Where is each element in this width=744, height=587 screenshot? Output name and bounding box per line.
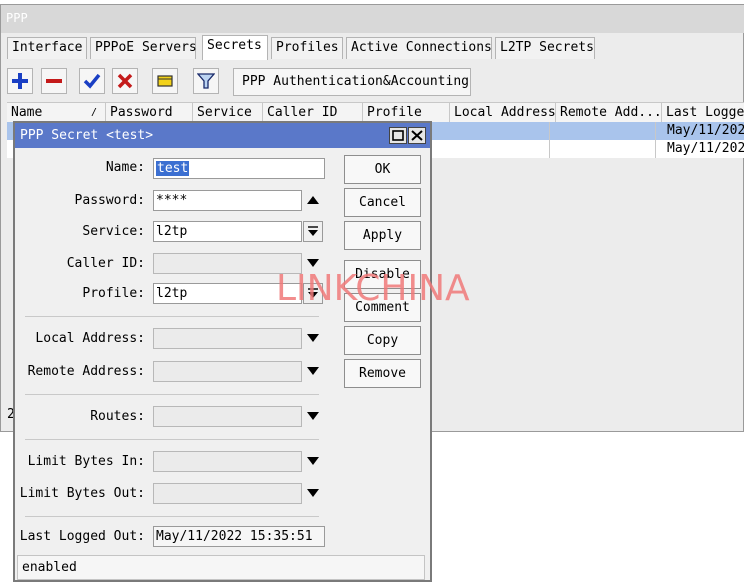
dropdown-arrow-icon[interactable] bbox=[306, 331, 320, 345]
routes-field[interactable] bbox=[153, 406, 302, 427]
ppp-secret-dialog: PPP Secret <test> Name: test Password: *… bbox=[13, 121, 432, 582]
tab-profiles[interactable]: Profiles bbox=[271, 37, 343, 59]
filter-button[interactable] bbox=[193, 68, 219, 94]
service-dropdown-button[interactable] bbox=[303, 221, 323, 242]
service-select[interactable]: l2tp bbox=[153, 221, 302, 242]
chevron-down-icon bbox=[308, 226, 318, 236]
profile-label: Profile: bbox=[82, 286, 145, 301]
remote-address-field[interactable] bbox=[153, 361, 302, 382]
separator bbox=[25, 516, 319, 517]
column-divider bbox=[549, 122, 550, 158]
column-header-name[interactable]: Name / bbox=[7, 103, 105, 123]
ok-button[interactable]: OK bbox=[344, 155, 421, 184]
remote-address-label: Remote Address: bbox=[27, 364, 145, 379]
separator bbox=[25, 394, 319, 395]
name-field-value: test bbox=[156, 161, 190, 176]
column-header-service[interactable]: Service bbox=[192, 103, 262, 123]
column-header-local-address[interactable]: Local Address bbox=[449, 103, 555, 123]
table-cell-last-logged: May/11/202 bbox=[667, 123, 744, 138]
dropdown-arrow-icon[interactable] bbox=[306, 486, 320, 500]
dropdown-arrow-icon[interactable] bbox=[306, 454, 320, 468]
column-header-password[interactable]: Password bbox=[105, 103, 192, 123]
local-address-field[interactable] bbox=[153, 328, 302, 349]
tab-interface[interactable]: Interface bbox=[7, 37, 87, 59]
sort-marker: / bbox=[91, 107, 98, 118]
dialog-titlebar[interactable]: PPP Secret <test> bbox=[15, 123, 430, 148]
last-logged-out-value: May/11/2022 15:35:51 bbox=[153, 526, 325, 547]
tab-secrets[interactable]: Secrets bbox=[202, 35, 268, 60]
watermark: LINKCHINA bbox=[276, 268, 470, 309]
separator bbox=[25, 439, 319, 440]
remove-icon bbox=[46, 79, 62, 83]
table-cell-last-logged: May/11/202 bbox=[667, 141, 744, 156]
local-address-label: Local Address: bbox=[35, 331, 145, 346]
add-button[interactable] bbox=[7, 68, 33, 94]
column-header-remote-address[interactable]: Remote Add... bbox=[555, 103, 661, 123]
column-divider bbox=[655, 122, 656, 158]
caller-id-label: Caller ID: bbox=[66, 256, 145, 271]
limit-bytes-in-field[interactable] bbox=[153, 451, 302, 472]
tab-active-connections[interactable]: Active Connections bbox=[346, 37, 492, 59]
maximize-button[interactable] bbox=[389, 127, 407, 144]
maximize-icon bbox=[392, 130, 404, 141]
disable-x-icon bbox=[117, 73, 133, 89]
apply-button[interactable]: Apply bbox=[344, 221, 421, 250]
password-field[interactable]: **** bbox=[153, 190, 302, 211]
cancel-button[interactable]: Cancel bbox=[344, 188, 421, 217]
dropdown-arrow-icon[interactable] bbox=[306, 409, 320, 423]
routes-label: Routes: bbox=[90, 409, 145, 424]
password-label: Password: bbox=[74, 193, 145, 208]
ppp-window-titlebar[interactable]: PPP bbox=[1, 5, 744, 33]
copy-button[interactable]: Copy bbox=[344, 326, 421, 355]
remove-button[interactable]: Remove bbox=[344, 359, 421, 388]
separator bbox=[25, 316, 319, 317]
table-header: Name / Password Service Caller ID Profil… bbox=[7, 102, 744, 123]
close-icon bbox=[411, 130, 423, 141]
comment-button[interactable] bbox=[152, 68, 178, 94]
tab-pppoe-servers[interactable]: PPPoE Servers bbox=[90, 37, 197, 59]
disable-button[interactable] bbox=[112, 68, 138, 94]
dropdown-arrow-icon[interactable] bbox=[306, 364, 320, 378]
enable-check-icon bbox=[83, 73, 101, 89]
dialog-title: PPP Secret <test> bbox=[20, 128, 154, 143]
ppp-authentication-accounting-button[interactable]: PPP Authentication&Accounting bbox=[233, 68, 471, 96]
filter-icon bbox=[197, 73, 215, 89]
service-label: Service: bbox=[82, 224, 145, 239]
tab-l2tp-secrets[interactable]: L2TP Secrets bbox=[495, 37, 595, 59]
limit-bytes-in-label: Limit Bytes In: bbox=[27, 454, 145, 469]
remove-button[interactable] bbox=[41, 68, 67, 94]
comment-note-icon bbox=[157, 75, 173, 87]
name-label: Name: bbox=[105, 160, 145, 175]
add-icon bbox=[12, 73, 28, 89]
ppp-window-title: PPP bbox=[6, 11, 28, 25]
limit-bytes-out-label: Limit Bytes Out: bbox=[19, 486, 145, 501]
last-logged-out-label: Last Logged Out: bbox=[19, 529, 145, 544]
column-header-last-logged[interactable]: Last Logged bbox=[661, 103, 744, 123]
close-button[interactable] bbox=[408, 127, 426, 144]
column-header-profile[interactable]: Profile bbox=[362, 103, 449, 123]
status-bar: enabled bbox=[17, 555, 425, 580]
name-field[interactable]: test bbox=[153, 158, 325, 179]
enable-button[interactable] bbox=[79, 68, 105, 94]
caret-up-icon[interactable] bbox=[306, 193, 320, 207]
column-header-caller-id[interactable]: Caller ID bbox=[262, 103, 362, 123]
limit-bytes-out-field[interactable] bbox=[153, 483, 302, 504]
